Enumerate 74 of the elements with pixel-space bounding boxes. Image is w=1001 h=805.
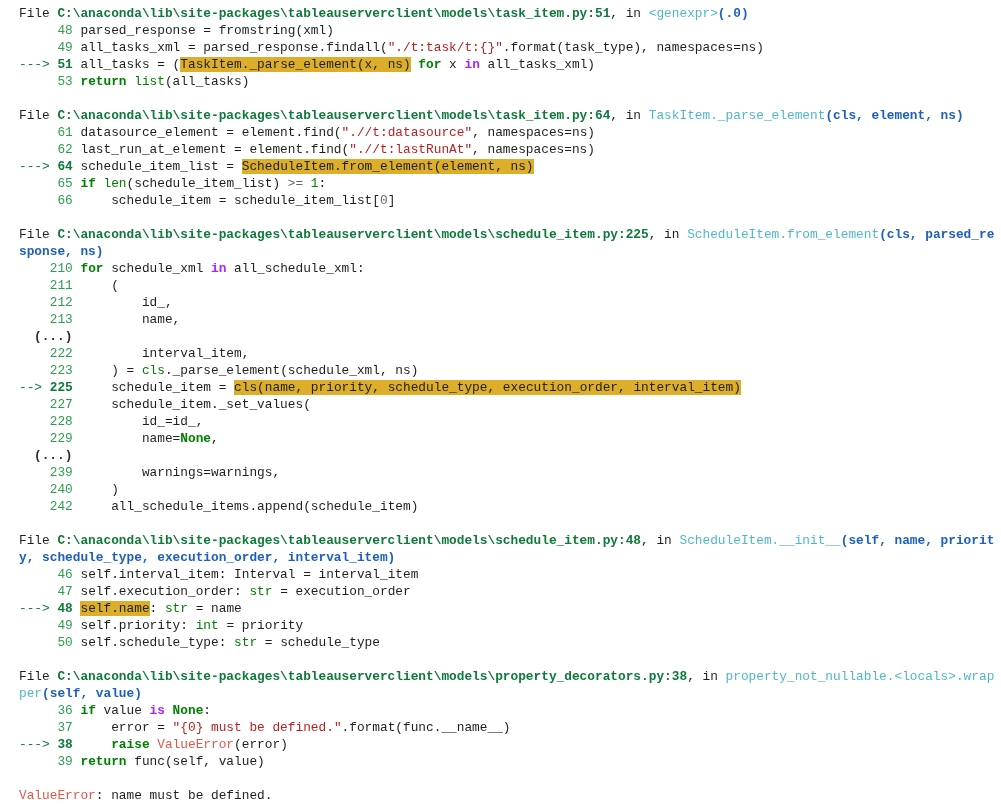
current-line-arrow: --> bbox=[19, 379, 43, 396]
ellipsis-marker: (...) bbox=[33, 328, 73, 345]
code-line: all_schedule_items.append(schedule_item) bbox=[110, 498, 419, 515]
line-number: 211 bbox=[49, 277, 73, 294]
line-number: 223 bbox=[49, 362, 73, 379]
code-line: self.interval_item: Interval = interval_item bbox=[80, 566, 419, 583]
code-line: schedule_item = cls(name, priority, schedule_type, execution_order, interval_item) bbox=[110, 379, 741, 396]
code-line: return list(all_tasks) bbox=[80, 73, 250, 90]
code-line: return func(self, value) bbox=[80, 753, 265, 770]
current-line-arrow: ---> bbox=[19, 158, 50, 175]
code-line: self.schedule_type: str = schedule_type bbox=[80, 634, 380, 651]
code-line: self.name: str = name bbox=[80, 600, 242, 617]
line-number: 61 bbox=[57, 124, 73, 141]
line-number: 53 bbox=[57, 73, 73, 90]
line-number: 46 bbox=[57, 566, 73, 583]
line-number: 62 bbox=[57, 141, 73, 158]
error-message: ValueError: name must be defined. bbox=[19, 787, 274, 804]
line-number: 227 bbox=[49, 396, 73, 413]
code-line: self.execution_order: str = execution_order bbox=[80, 583, 411, 600]
line-number: 225 bbox=[49, 379, 73, 396]
code-line: warnings=warnings, bbox=[140, 464, 281, 481]
line-number: 48 bbox=[57, 600, 73, 617]
line-number: 229 bbox=[49, 430, 73, 447]
code-line: self.priority: int = priority bbox=[80, 617, 304, 634]
frame-header: File C:\anaconda\lib\site-packages\tableauserverclient\models\schedule_item.py:48, in ScheduleItem.__init__(self, name, priority, schedule_type, execution_order, interval_item) bbox=[19, 532, 996, 566]
line-number: 39 bbox=[57, 753, 73, 770]
current-line-arrow: ---> bbox=[19, 56, 50, 73]
line-number: 239 bbox=[49, 464, 73, 481]
current-line-arrow: ---> bbox=[19, 600, 50, 617]
line-number: 49 bbox=[57, 39, 73, 56]
line-number: 66 bbox=[57, 192, 73, 209]
line-number: 212 bbox=[49, 294, 73, 311]
code-line: all_tasks_xml = parsed_response.findall("./t:task/t:{}".format(task_type), namespaces=ns) bbox=[80, 39, 764, 56]
code-line: schedule_item = schedule_item_list[0] bbox=[110, 192, 396, 209]
code-line: ( bbox=[110, 277, 119, 294]
code-line: id_, bbox=[140, 294, 173, 311]
code-line: raise ValueError(error) bbox=[110, 736, 288, 753]
frame-header: File C:\anaconda\lib\site-packages\tableauserverclient\models\schedule_item.py:225, in ScheduleItem.from_element(cls, parsed_response, ns) bbox=[19, 226, 996, 260]
frame-header: File C:\anaconda\lib\site-packages\tableauserverclient\models\task_item.py:51, in <genexpr>(.0) bbox=[19, 5, 750, 22]
line-number: 48 bbox=[57, 22, 73, 39]
code-line: ) = cls._parse_element(schedule_xml, ns) bbox=[110, 362, 419, 379]
line-number: 222 bbox=[49, 345, 73, 362]
current-line-arrow: ---> bbox=[19, 736, 50, 753]
line-number: 37 bbox=[57, 719, 73, 736]
code-line: last_run_at_element = element.find(".//t:lastRunAt", namespaces=ns) bbox=[80, 141, 595, 158]
code-line: if len(schedule_item_list) >= 1: bbox=[80, 175, 327, 192]
code-line: for schedule_xml in all_schedule_xml: bbox=[80, 260, 365, 277]
code-line: parsed_response = fromstring(xml) bbox=[80, 22, 334, 39]
line-number: 228 bbox=[49, 413, 73, 430]
ellipsis-marker: (...) bbox=[33, 447, 73, 464]
code-line: ) bbox=[110, 481, 119, 498]
code-line: name=None, bbox=[140, 430, 219, 447]
code-line: id_=id_, bbox=[140, 413, 204, 430]
line-number: 49 bbox=[57, 617, 73, 634]
line-number: 213 bbox=[49, 311, 73, 328]
line-number: 240 bbox=[49, 481, 73, 498]
code-line: datasource_element = element.find(".//t:datasource", namespaces=ns) bbox=[80, 124, 595, 141]
line-number: 38 bbox=[57, 736, 73, 753]
line-number: 47 bbox=[57, 583, 73, 600]
code-line: interval_item, bbox=[140, 345, 250, 362]
code-line: error = "{0} must be defined.".format(func.__name__) bbox=[110, 719, 511, 736]
code-line: if value is None: bbox=[80, 702, 212, 719]
frame-header: File C:\anaconda\lib\site-packages\tableauserverclient\models\task_item.py:64, in TaskItem._parse_element(cls, element, ns) bbox=[19, 107, 965, 124]
frame-header: File C:\anaconda\lib\site-packages\tableauserverclient\models\property_decorators.py:38, in property_not_nullable.<locals>.wrapper(self, value) bbox=[19, 668, 996, 702]
line-number: 210 bbox=[49, 260, 73, 277]
line-number: 51 bbox=[57, 56, 73, 73]
line-number: 50 bbox=[57, 634, 73, 651]
line-number: 64 bbox=[57, 158, 73, 175]
code-line: name, bbox=[140, 311, 181, 328]
line-number: 65 bbox=[57, 175, 73, 192]
code-line: schedule_item_list = ScheduleItem.from_element(element, ns) bbox=[80, 158, 534, 175]
line-number: 242 bbox=[49, 498, 73, 515]
line-number: 36 bbox=[57, 702, 73, 719]
code-line: schedule_item._set_values( bbox=[110, 396, 311, 413]
